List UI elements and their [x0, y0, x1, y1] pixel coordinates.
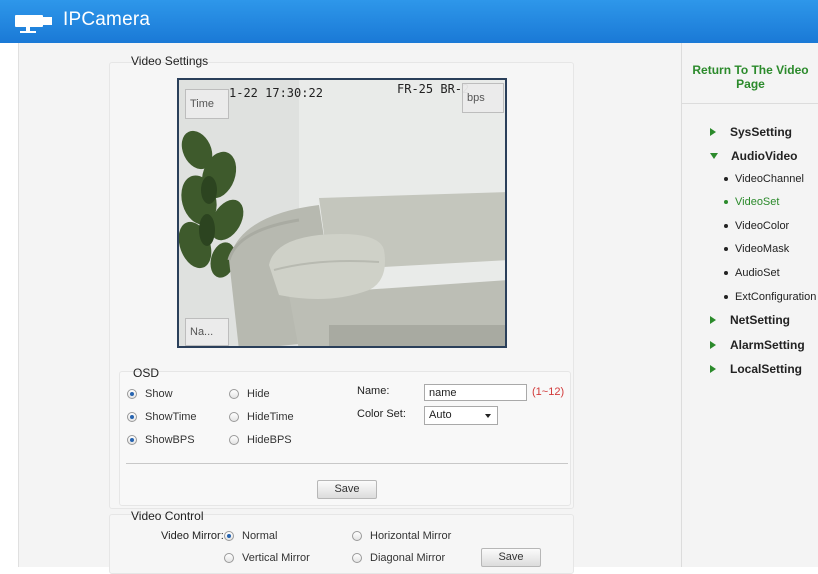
bullet-icon: [724, 247, 728, 251]
video-settings-title: Video Settings: [131, 54, 209, 68]
nav-item-syssetting[interactable]: SysSetting: [710, 125, 792, 139]
radio-dot: [224, 553, 234, 563]
bullet-icon: [724, 295, 728, 299]
radio-label: Hide: [247, 388, 270, 400]
radio-label: Horizontal Mirror: [370, 530, 452, 542]
radio-label: Vertical Mirror: [242, 552, 310, 564]
video-control-save-button[interactable]: Save: [481, 548, 541, 567]
osd-bps-box[interactable]: bps: [462, 83, 504, 113]
radio-dot: [224, 531, 234, 541]
sub-item-label: ExtConfiguration: [735, 291, 817, 303]
sub-item-videochannel[interactable]: VideoChannel: [724, 173, 804, 185]
timestamp-overlay: 1-22 17:30:22: [229, 86, 323, 100]
name-length-hint: (1~12): [532, 386, 565, 398]
radio-dot: [229, 389, 239, 399]
nav-item-label: SysSetting: [730, 125, 793, 139]
sub-item-audioset[interactable]: AudioSet: [724, 267, 780, 279]
radio-label: Show: [145, 388, 173, 400]
radio-dot: [352, 553, 362, 563]
top-bar: IPCamera: [0, 0, 818, 43]
sub-item-videoset[interactable]: VideoSet: [724, 196, 779, 208]
return-to-video-link[interactable]: Return To The Video Page: [682, 63, 818, 91]
osd-title: OSD: [133, 366, 160, 380]
bullet-icon: [724, 224, 728, 228]
triangle-right-icon: [710, 128, 716, 136]
nav-item-alarmsetting[interactable]: AlarmSetting: [710, 338, 805, 352]
nav-item-localsetting[interactable]: LocalSetting: [710, 362, 802, 376]
radio-dot: [127, 435, 137, 445]
nav-item-netsetting[interactable]: NetSetting: [710, 313, 790, 327]
osd-save-button[interactable]: Save: [317, 480, 377, 499]
nav-item-label: LocalSetting: [730, 362, 803, 376]
sub-item-extconfiguration[interactable]: ExtConfiguration: [724, 291, 816, 303]
mirror-vertical-radio[interactable]: Vertical Mirror: [224, 552, 310, 564]
bullet-icon: [724, 200, 728, 204]
radio-label: ShowTime: [145, 411, 197, 423]
sub-item-label: VideoSet: [735, 196, 780, 208]
triangle-right-icon: [710, 365, 716, 373]
return-link-line1: Return To The Video: [692, 63, 809, 77]
osd-hide-radio[interactable]: Hide: [229, 388, 270, 400]
triangle-down-icon: [710, 153, 718, 159]
mirror-diagonal-radio[interactable]: Diagonal Mirror: [352, 552, 445, 564]
osd-show-bps-radio[interactable]: ShowBPS: [127, 434, 195, 446]
sub-item-label: VideoMask: [735, 243, 790, 255]
osd-hide-time-radio[interactable]: HideTime: [229, 411, 294, 423]
radio-dot: [229, 412, 239, 422]
video-control-title: Video Control: [131, 509, 204, 523]
radio-dot: [127, 412, 137, 422]
nav-item-label: AudioVideo: [731, 149, 798, 163]
color-set-value: Auto: [429, 409, 452, 421]
radio-dot: [229, 435, 239, 445]
bullet-icon: [724, 177, 728, 181]
nav-item-label: AlarmSetting: [730, 338, 805, 352]
app-title: IPCamera: [63, 9, 151, 30]
sub-item-label: AudioSet: [735, 267, 780, 279]
camera-scene: [179, 80, 505, 346]
sub-item-videocolor[interactable]: VideoColor: [724, 220, 789, 232]
radio-dot: [352, 531, 362, 541]
radio-label: HideTime: [247, 411, 294, 423]
osd-show-radio[interactable]: Show: [127, 388, 173, 400]
triangle-right-icon: [710, 316, 716, 324]
video-preview: 1-22 17:30:22 FR-25 BR-2 Time bps Na...: [177, 78, 507, 348]
frame-rate-overlay: FR-25 BR-2: [397, 82, 470, 96]
mirror-normal-radio[interactable]: Normal: [224, 530, 277, 542]
nav-item-audiovideo[interactable]: AudioVideo: [710, 149, 797, 163]
osd-show-time-radio[interactable]: ShowTime: [127, 411, 197, 423]
osd-name-input[interactable]: [424, 384, 527, 401]
radio-label: ShowBPS: [145, 434, 195, 446]
osd-hide-bps-radio[interactable]: HideBPS: [229, 434, 292, 446]
sub-item-label: VideoChannel: [735, 173, 804, 185]
color-set-label: Color Set:: [357, 408, 406, 420]
mirror-horizontal-radio[interactable]: Horizontal Mirror: [352, 530, 451, 542]
sub-item-label: VideoColor: [735, 220, 790, 232]
radio-label: Diagonal Mirror: [370, 552, 446, 564]
camera-icon: [15, 15, 52, 33]
osd-time-box[interactable]: Time: [185, 89, 229, 119]
bullet-icon: [724, 271, 728, 275]
osd-divider: [126, 463, 568, 464]
nav-item-label: NetSetting: [730, 313, 790, 327]
chevron-down-icon: [485, 414, 491, 418]
return-link-line2: Page: [736, 77, 765, 91]
video-mirror-label: Video Mirror:: [161, 530, 224, 542]
radio-label: HideBPS: [247, 434, 292, 446]
sidebar: Return To The Video Page SysSetting Audi…: [681, 43, 818, 567]
sub-item-videomask[interactable]: VideoMask: [724, 243, 789, 255]
sidebar-divider: [682, 103, 818, 104]
osd-name-box[interactable]: Na...: [185, 318, 229, 346]
radio-dot: [127, 389, 137, 399]
name-label: Name:: [357, 385, 390, 397]
radio-label: Normal: [242, 530, 278, 542]
triangle-right-icon: [710, 341, 716, 349]
color-set-select[interactable]: Auto: [424, 406, 498, 425]
